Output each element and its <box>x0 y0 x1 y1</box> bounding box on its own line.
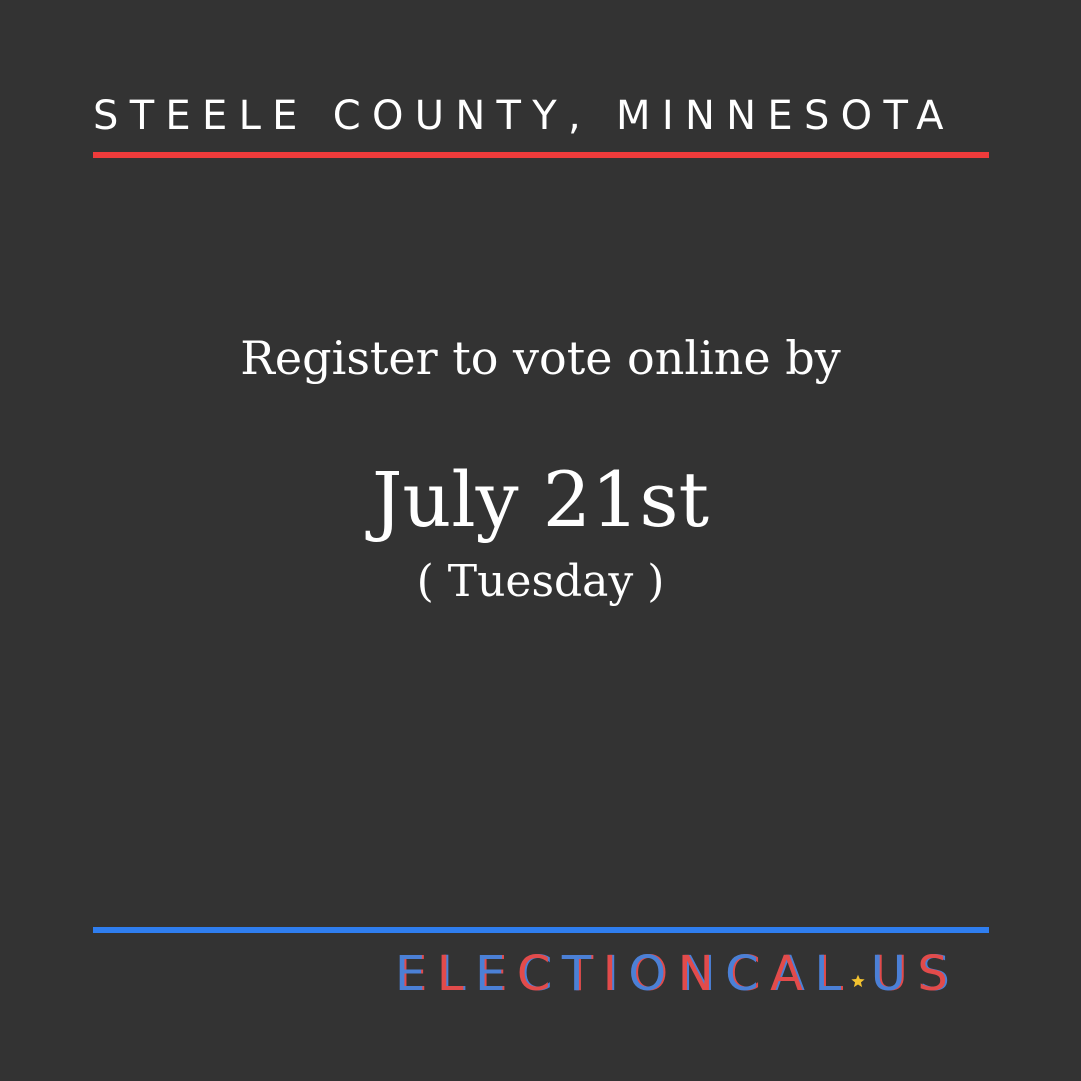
logo-letters-2: US <box>870 946 960 1002</box>
electioncal-logo: ELECTIONCAL US <box>395 946 995 1006</box>
bottom-divider <box>93 927 989 933</box>
star-icon <box>851 946 867 1002</box>
county-title: STEELE COUNTY, MINNESOTA <box>93 93 955 139</box>
deadline-weekday: ( Tuesday ) <box>416 556 665 607</box>
deadline-date: July 21st <box>371 455 710 544</box>
top-divider <box>93 152 989 158</box>
logo-letters-1: ELECTIONCAL <box>395 946 853 1002</box>
instruction-text: Register to vote online by <box>240 331 841 385</box>
voter-registration-card: STEELE COUNTY, MINNESOTA Register to vot… <box>0 0 1081 1081</box>
